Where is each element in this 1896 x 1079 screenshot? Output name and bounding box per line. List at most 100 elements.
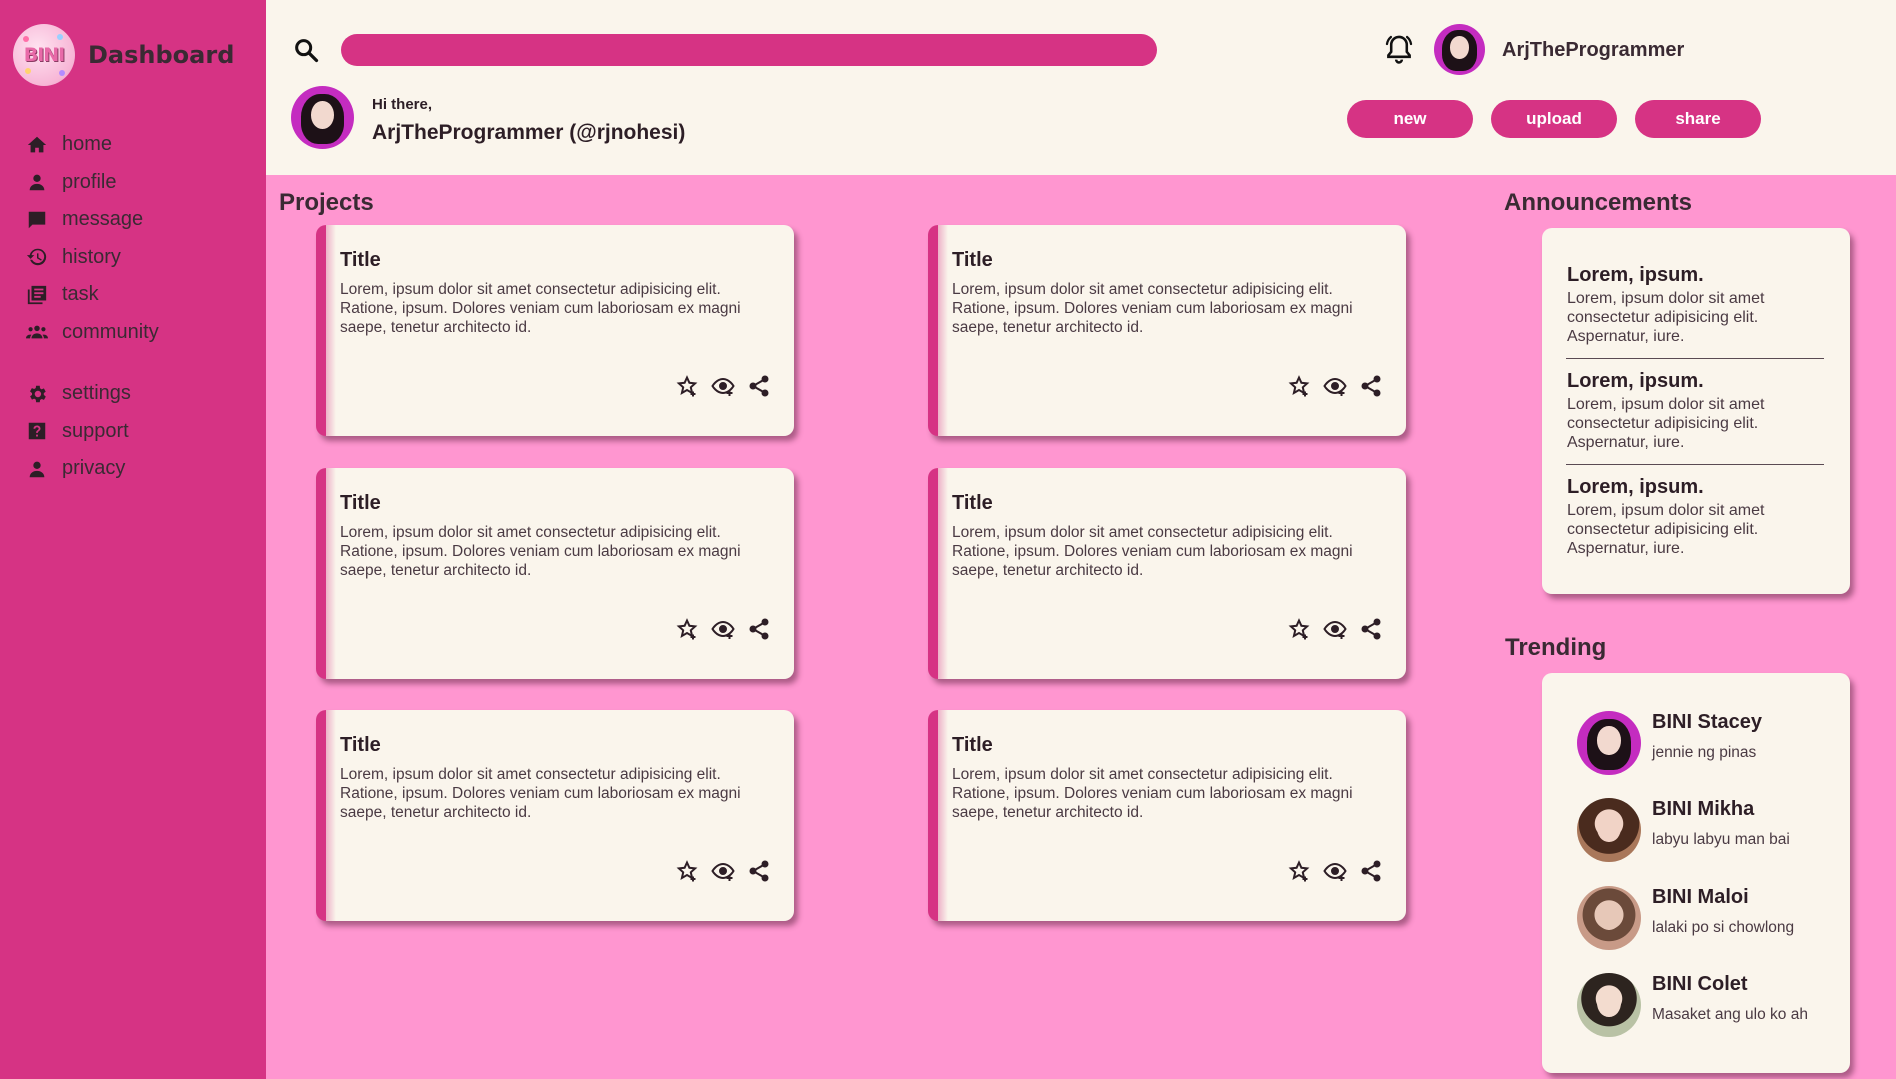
trending-item[interactable]: BINI Stacey jennie ng pinas bbox=[1577, 711, 1837, 775]
trending-subtitle: labyu labyu man bai bbox=[1652, 831, 1790, 848]
card-title: Title bbox=[340, 734, 381, 756]
trending-name: BINI Stacey bbox=[1652, 711, 1763, 733]
greeting-avatar bbox=[291, 86, 354, 149]
sidebar-item-label: history bbox=[62, 245, 121, 268]
announcement-title: Lorem, ipsum. bbox=[1567, 264, 1704, 286]
new-button[interactable]: new bbox=[1347, 100, 1473, 138]
app-title: Dashboard bbox=[88, 41, 235, 69]
gear-icon bbox=[30, 385, 46, 402]
home-icon bbox=[27, 136, 47, 153]
sidebar-item-label: support bbox=[62, 419, 129, 442]
trending-item[interactable]: BINI Mikha labyu labyu man bai bbox=[1577, 798, 1837, 862]
user-avatar[interactable] bbox=[1434, 24, 1485, 75]
group-icon bbox=[26, 325, 48, 339]
announcements-panel: Lorem, ipsum. Lorem, ipsum dolor sit ame… bbox=[1542, 228, 1850, 594]
person-icon bbox=[29, 461, 45, 477]
project-card[interactable]: Title Lorem, ipsum dolor sit amet consect… bbox=[928, 710, 1406, 921]
trending-subtitle: jennie ng pinas bbox=[1652, 744, 1757, 761]
project-card[interactable]: Title Lorem, ipsum dolor sit amet consect… bbox=[928, 468, 1406, 679]
card-actions bbox=[674, 616, 772, 642]
watch-icon[interactable] bbox=[710, 373, 736, 399]
card-actions bbox=[1286, 373, 1384, 399]
card-actions bbox=[1286, 616, 1384, 642]
trending-heading: Trending bbox=[1505, 634, 1607, 661]
logo-text: BINI bbox=[23, 44, 66, 66]
projects-heading: Projects bbox=[279, 189, 374, 216]
task-icon bbox=[27, 285, 47, 304]
card-actions bbox=[1286, 858, 1384, 884]
watch-icon[interactable] bbox=[710, 858, 736, 884]
watch-icon[interactable] bbox=[1322, 373, 1348, 399]
header: ArjTheProgrammer Hi there, ArjTheProgram… bbox=[266, 0, 1896, 175]
share-icon[interactable] bbox=[746, 616, 772, 642]
trending-item[interactable]: BINI Maloi lalaki po si chowlong bbox=[1577, 886, 1837, 950]
project-card[interactable]: Title Lorem, ipsum dolor sit amet consect… bbox=[928, 225, 1406, 436]
share-button[interactable]: share bbox=[1635, 100, 1761, 138]
favorite-icon[interactable] bbox=[674, 373, 700, 399]
sidebar-item-profile[interactable]: profile bbox=[26, 164, 256, 202]
chat-icon bbox=[28, 211, 46, 228]
sidebar-nav: home profile message history task commun… bbox=[26, 126, 256, 488]
favorite-icon[interactable] bbox=[1286, 858, 1312, 884]
sidebar-item-privacy[interactable]: privacy bbox=[26, 450, 256, 488]
username: ArjTheProgrammer bbox=[1502, 39, 1685, 61]
sidebar-item-message[interactable]: message bbox=[26, 201, 256, 239]
card-body: Lorem, ipsum dolor sit amet consectetur … bbox=[952, 281, 1353, 336]
project-card[interactable]: Title Lorem, ipsum dolor sit amet consect… bbox=[316, 710, 794, 921]
sidebar-item-home[interactable]: home bbox=[26, 126, 256, 164]
favorite-icon[interactable] bbox=[1286, 616, 1312, 642]
announcement-title: Lorem, ipsum. bbox=[1567, 370, 1704, 392]
sidebar-item-community[interactable]: community bbox=[26, 314, 256, 352]
share-icon[interactable] bbox=[1358, 616, 1384, 642]
share-icon[interactable] bbox=[746, 858, 772, 884]
card-actions bbox=[674, 373, 772, 399]
card-title: Title bbox=[952, 492, 993, 514]
divider bbox=[1566, 464, 1824, 465]
watch-icon[interactable] bbox=[1322, 616, 1348, 642]
sidebar-item-label: message bbox=[62, 208, 144, 231]
favorite-icon[interactable] bbox=[674, 858, 700, 884]
sidebar-item-label: privacy bbox=[62, 457, 126, 480]
avatar bbox=[1577, 973, 1641, 1037]
sidebar-item-settings[interactable]: settings bbox=[26, 375, 256, 413]
card-body: Lorem, ipsum dolor sit amet consectetur … bbox=[952, 524, 1353, 579]
sidebar-item-label: home bbox=[62, 133, 113, 156]
sidebar-item-support[interactable]: support bbox=[26, 413, 256, 451]
share-icon[interactable] bbox=[746, 373, 772, 399]
announcement-body: Lorem, ipsum dolor sit amet consectetur … bbox=[1567, 396, 1765, 451]
card-body: Lorem, ipsum dolor sit amet consectetur … bbox=[340, 524, 741, 579]
search-input[interactable] bbox=[341, 34, 1157, 66]
share-icon[interactable] bbox=[1358, 858, 1384, 884]
watch-icon[interactable] bbox=[1322, 858, 1348, 884]
trending-subtitle: Masaket ang ulo ko ah bbox=[1652, 1006, 1808, 1023]
watch-icon[interactable] bbox=[710, 616, 736, 642]
sidebar-item-label: settings bbox=[62, 382, 131, 405]
card-title: Title bbox=[340, 249, 381, 271]
upload-button[interactable]: upload bbox=[1491, 100, 1617, 138]
sidebar-item-history[interactable]: history bbox=[26, 239, 256, 277]
help-icon bbox=[28, 423, 46, 440]
announcement-item[interactable]: Lorem, ipsum. Lorem, ipsum dolor sit ame… bbox=[1567, 264, 1825, 346]
card-title: Title bbox=[952, 249, 993, 271]
avatar bbox=[1577, 711, 1641, 775]
favorite-icon[interactable] bbox=[674, 616, 700, 642]
sidebar-item-task[interactable]: task bbox=[26, 276, 256, 314]
sidebar: BINI Dashboard home profile message hist… bbox=[0, 0, 266, 1079]
bell-icon[interactable] bbox=[1382, 32, 1416, 66]
announcement-item[interactable]: Lorem, ipsum. Lorem, ipsum dolor sit ame… bbox=[1567, 370, 1825, 452]
greeting-text: Hi there, bbox=[372, 96, 433, 113]
search-icon[interactable] bbox=[292, 36, 320, 64]
share-icon[interactable] bbox=[1358, 373, 1384, 399]
sidebar-item-label: profile bbox=[62, 170, 117, 193]
person-icon bbox=[29, 174, 45, 191]
card-title: Title bbox=[952, 734, 993, 756]
avatar bbox=[1577, 798, 1641, 862]
card-body: Lorem, ipsum dolor sit amet consectetur … bbox=[340, 281, 741, 336]
favorite-icon[interactable] bbox=[1286, 373, 1312, 399]
project-card[interactable]: Title Lorem, ipsum dolor sit amet consect… bbox=[316, 468, 794, 679]
project-card[interactable]: Title Lorem, ipsum dolor sit amet consect… bbox=[316, 225, 794, 436]
announcement-item[interactable]: Lorem, ipsum. Lorem, ipsum dolor sit ame… bbox=[1567, 476, 1825, 558]
trending-item[interactable]: BINI Colet Masaket ang ulo ko ah bbox=[1577, 973, 1837, 1037]
bini-logo[interactable]: BINI bbox=[13, 24, 75, 86]
